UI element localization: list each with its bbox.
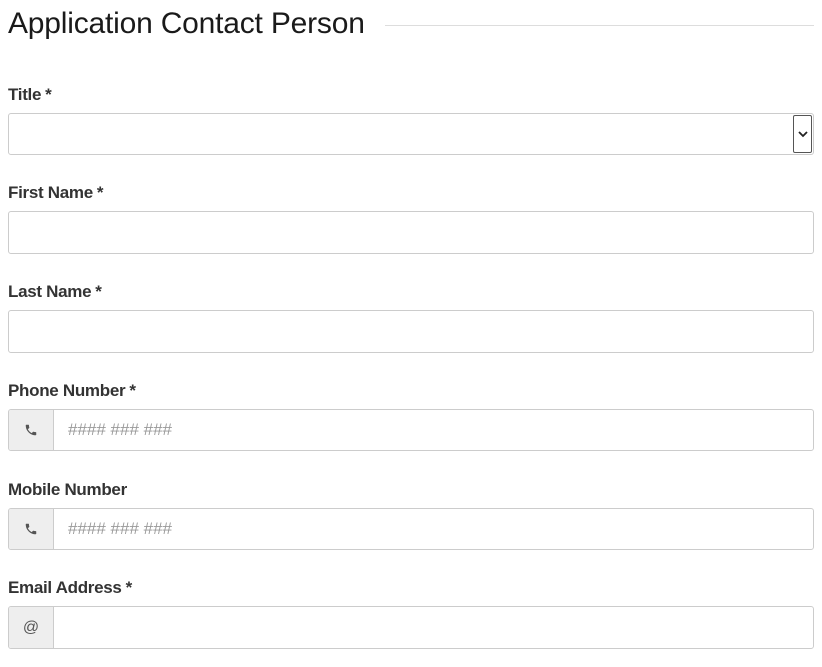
mobile-number-label: Mobile Number <box>8 480 127 499</box>
chevron-down-icon <box>797 130 808 137</box>
email-address-input[interactable] <box>54 607 813 648</box>
email-address-label: Email Address * <box>8 578 133 597</box>
email-address-field: Email Address * @ <box>8 577 814 649</box>
required-mark: * <box>95 282 102 301</box>
required-mark: * <box>129 381 136 400</box>
at-sign-icon: @ <box>9 607 54 648</box>
phone-number-group <box>8 409 814 451</box>
first-name-field: First Name * <box>8 182 814 254</box>
section-header: Application Contact Person <box>8 4 814 44</box>
required-mark: * <box>96 183 104 202</box>
last-name-field: Last Name * <box>8 281 814 353</box>
phone-number-field: Phone Number * <box>8 380 814 451</box>
first-name-input-box <box>8 211 814 254</box>
first-name-input[interactable] <box>9 212 813 253</box>
last-name-input[interactable] <box>9 311 813 352</box>
last-name-label: Last Name * <box>8 282 102 301</box>
section-divider <box>384 24 814 26</box>
title-field: Title * <box>8 84 814 155</box>
mobile-number-field: Mobile Number <box>8 479 814 550</box>
mobile-number-group <box>8 508 814 550</box>
phone-icon <box>25 424 37 436</box>
title-select[interactable] <box>8 113 814 155</box>
mobile-addon <box>9 509 54 549</box>
mobile-number-input[interactable] <box>54 509 813 549</box>
phone-addon <box>9 410 54 450</box>
email-address-group: @ <box>8 606 814 649</box>
title-label: Title * <box>8 85 52 104</box>
section-title: Application Contact Person <box>8 7 365 40</box>
select-arrow-button[interactable] <box>793 115 812 153</box>
last-name-input-box <box>8 310 814 353</box>
required-mark: * <box>125 578 133 597</box>
phone-number-label: Phone Number * <box>8 381 136 400</box>
phone-number-input[interactable] <box>54 410 813 450</box>
required-mark: * <box>45 85 52 104</box>
first-name-label: First Name * <box>8 183 104 202</box>
phone-icon <box>25 523 37 535</box>
